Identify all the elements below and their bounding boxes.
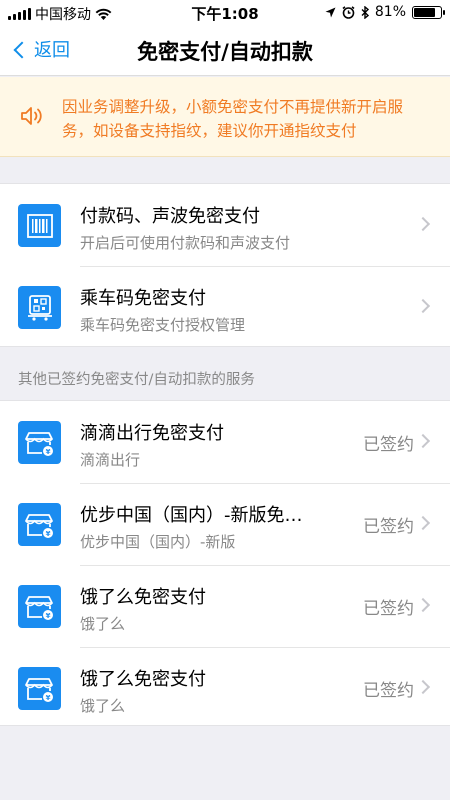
section-header: 其他已签约免密支付/自动扣款的服务	[18, 372, 255, 388]
notice-text: 因业务调整升级，小额免密支付不再提供新开启服务，如设备支持指纹，建议你开通指纹支…	[62, 98, 404, 140]
item-subtitle: 乘车码免密支付授权管理	[80, 316, 246, 334]
divider	[80, 647, 450, 648]
svg-text:¥: ¥	[45, 694, 50, 702]
payment-methods-group: 付款码、声波免密支付 开启后可使用付款码和声波支付 乘车码免密支付 乘车码免密支…	[0, 183, 450, 347]
battery-icon	[412, 5, 445, 19]
svg-text:¥: ¥	[45, 612, 50, 620]
speaker-icon	[21, 107, 42, 125]
divider	[80, 483, 450, 484]
item-subtitle: 开启后可使用付款码和声波支付	[80, 234, 291, 252]
item-title: 付款码、声波免密支付	[80, 206, 260, 227]
list-item[interactable]: 付款码、声波免密支付 开启后可使用付款码和声波支付	[0, 184, 450, 266]
service-title: 优步中国（国内）-新版免…	[80, 505, 303, 526]
list-item[interactable]: ¥ 优步中国（国内）-新版免… 优步中国（国内）-新版 已签约	[0, 483, 450, 565]
chevron-right-icon	[415, 679, 431, 695]
status-label: 已签约	[363, 599, 414, 619]
battery-fill	[414, 7, 436, 17]
service-title: 饿了么免密支付	[80, 669, 206, 690]
status-label: 已签约	[363, 681, 414, 701]
chevron-right-icon	[415, 433, 431, 449]
page-title: 免密支付/自动扣款	[137, 40, 313, 64]
chevron-right-icon	[415, 597, 431, 613]
service-subtitle: 优步中国（国内）-新版	[80, 533, 236, 551]
list-item[interactable]: ¥ 饿了么免密支付 饿了么 已签约	[0, 647, 450, 729]
svg-text:¥: ¥	[45, 448, 50, 456]
item-title: 乘车码免密支付	[80, 288, 206, 309]
shop-icon: ¥	[18, 585, 61, 628]
service-title: 饿了么免密支付	[80, 587, 206, 608]
status-label: 已签约	[363, 435, 414, 455]
navigation-bar: 返回 免密支付/自动扣款	[0, 24, 450, 76]
chevron-right-icon	[415, 515, 431, 531]
alarm-icon	[342, 5, 355, 19]
service-title: 滴滴出行免密支付	[80, 423, 224, 444]
list-item[interactable]: 乘车码免密支付 乘车码免密支付授权管理	[0, 266, 450, 348]
chevron-right-icon	[415, 216, 431, 232]
notice-banner: 因业务调整升级，小额免密支付不再提供新开启服务，如设备支持指纹，建议你开通指纹支…	[0, 77, 450, 157]
location-arrow-icon	[325, 7, 336, 17]
list-item[interactable]: ¥ 滴滴出行免密支付 滴滴出行 已签约	[0, 401, 450, 483]
divider	[80, 266, 450, 267]
service-subtitle: 饿了么	[80, 697, 126, 715]
list-item[interactable]: ¥ 饿了么免密支付 饿了么 已签约	[0, 565, 450, 647]
shop-icon: ¥	[18, 503, 61, 546]
svg-text:¥: ¥	[45, 530, 50, 538]
barcode-icon	[18, 204, 61, 247]
transit-qr-icon	[18, 286, 61, 329]
status-bar: 中国移动 下午1:08 81%	[0, 0, 450, 24]
status-label: 已签约	[363, 517, 414, 537]
service-subtitle: 饿了么	[80, 615, 126, 633]
shop-icon: ¥	[18, 667, 61, 710]
service-subtitle: 滴滴出行	[80, 451, 141, 469]
bluetooth-icon	[361, 5, 369, 19]
status-right: 81%	[325, 4, 445, 20]
signed-services-group: ¥ 滴滴出行免密支付 滴滴出行 已签约 ¥ 优步中国（国内）-新版免… 优步中国…	[0, 400, 450, 726]
shop-icon: ¥	[18, 421, 61, 464]
chevron-right-icon	[415, 298, 431, 314]
divider	[80, 565, 450, 566]
battery-percent: 81%	[374, 4, 406, 20]
